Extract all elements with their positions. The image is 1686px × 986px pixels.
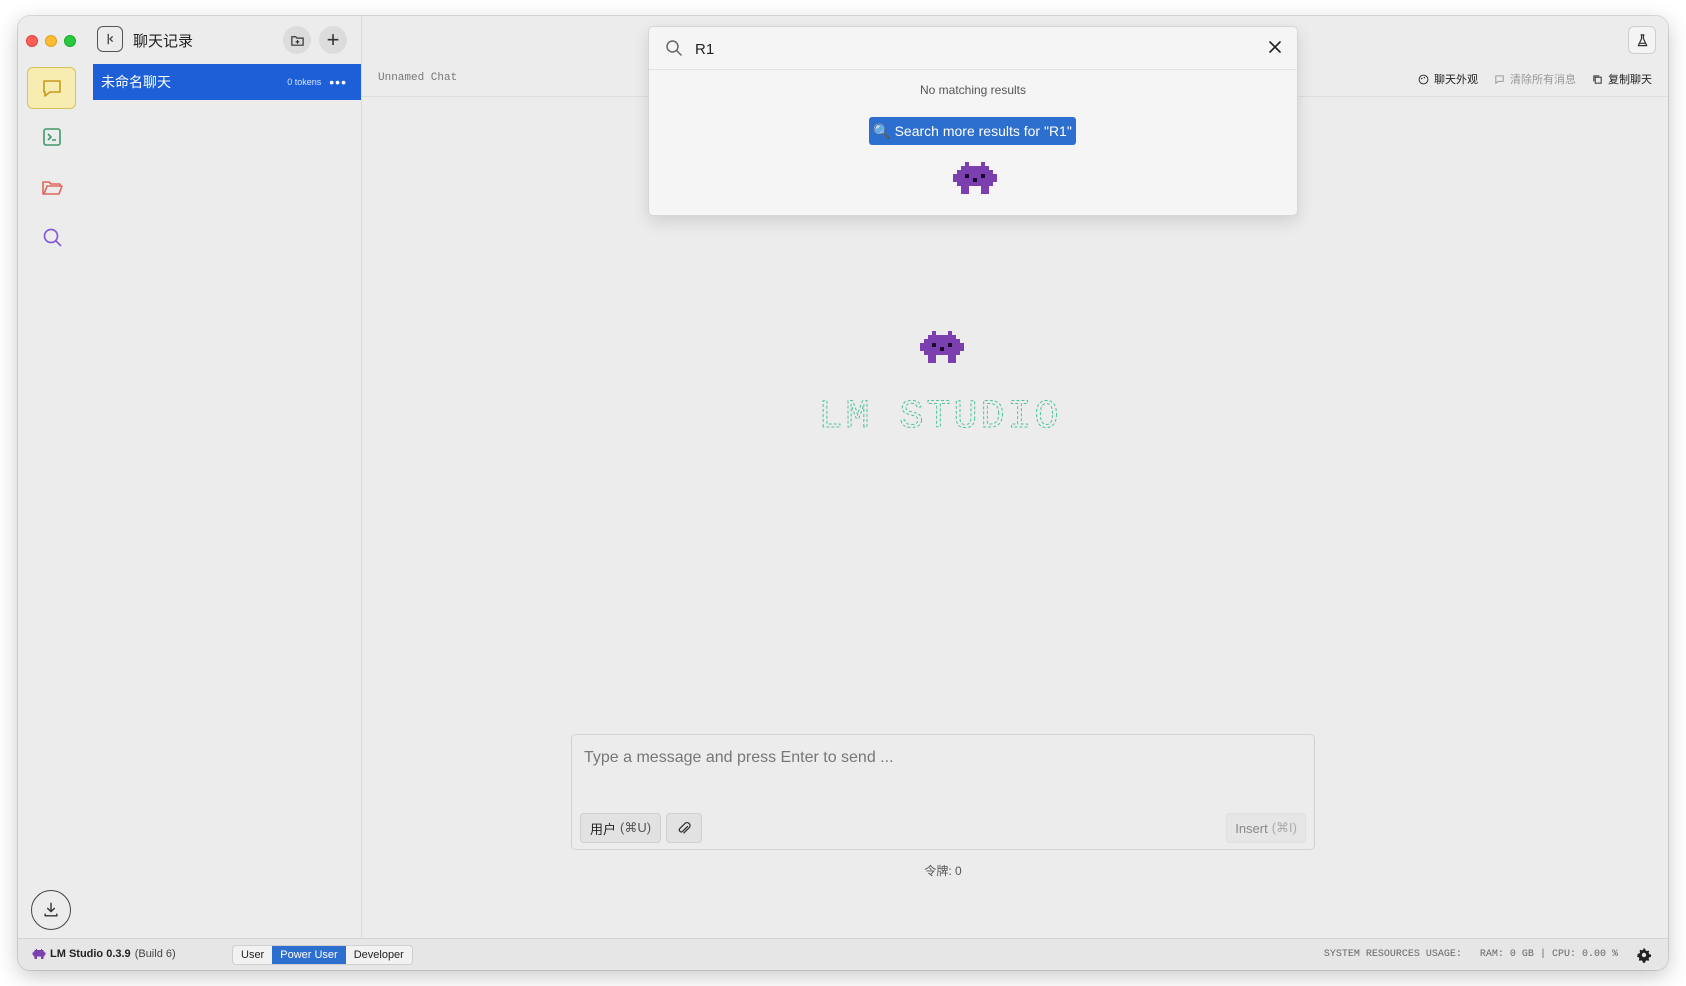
minimize-window-button[interactable] — [45, 35, 57, 47]
search-icon — [666, 40, 682, 56]
banner-text: LM STUDIO — [818, 395, 1061, 435]
role-shortcut: (⌘U) — [620, 820, 652, 835]
insert-button[interactable]: Insert (⌘I) — [1226, 813, 1306, 843]
search-icon — [43, 228, 61, 247]
chat-title[interactable]: Unnamed Chat — [378, 72, 457, 84]
space-invader-icon — [953, 162, 997, 194]
paperclip-icon — [678, 821, 691, 834]
lm-studio-banner: LM STUDIO — [785, 391, 1095, 441]
attach-file-button[interactable] — [666, 813, 702, 843]
popup-mascot-image — [953, 161, 997, 204]
insert-shortcut: (⌘I) — [1271, 820, 1297, 835]
role-label: 用户 — [590, 821, 617, 837]
close-search-button[interactable] — [1265, 37, 1285, 57]
rail-discover-button[interactable] — [27, 216, 76, 258]
mode-user[interactable]: User — [233, 946, 272, 964]
search-popup: No matching results 🔍 Search more result… — [648, 26, 1298, 216]
status-bar: LM Studio 0.3.9 (Build 6) User Power Use… — [18, 938, 1668, 970]
more-options-icon[interactable]: ••• — [329, 74, 347, 90]
chat-appearance-button[interactable]: 聊天外观 — [1418, 71, 1478, 87]
chat-sidebar: 聊天记录 + 未命名聊天 0 tokens ••• — [85, 16, 362, 938]
new-folder-button[interactable] — [283, 26, 311, 54]
gear-icon[interactable] — [1636, 947, 1652, 963]
rail-developer-button[interactable] — [27, 116, 76, 158]
sidebar-title: 聊天记录 — [133, 33, 194, 50]
space-invader-icon — [920, 331, 964, 363]
close-icon — [1269, 41, 1281, 53]
app-logo-icon — [32, 948, 46, 959]
plus-icon: + — [326, 27, 340, 52]
chat-actions: 聊天外观 清除所有消息 复制聊天 — [1418, 71, 1652, 87]
copy-chat-button[interactable]: 复制聊天 — [1592, 71, 1652, 87]
lm-studio-logo-banner: LM STUDIO — [818, 395, 1061, 441]
mode-rail — [18, 16, 86, 938]
usage-separator: | — [1539, 949, 1546, 960]
rail-chat-button[interactable] — [27, 67, 76, 109]
rail-models-button[interactable] — [27, 166, 76, 208]
toggle-sidebar-button[interactable] — [97, 26, 123, 52]
chat-item-name: 未命名聊天 — [101, 74, 171, 90]
no-results-text: No matching results — [919, 83, 1027, 97]
search-bar — [649, 27, 1297, 70]
experimental-button[interactable] — [1628, 26, 1656, 54]
app-name: LM Studio 0.3.9 — [50, 948, 131, 960]
ui-mode-switch: User Power User Developer — [232, 945, 413, 965]
app-version: LM Studio 0.3.9 (Build 6) — [32, 948, 176, 960]
terminal-icon — [42, 128, 61, 146]
new-chat-button[interactable]: + — [319, 26, 347, 54]
system-resources: SYSTEM RESOURCES USAGE: RAM: 0 GB | CPU:… — [1324, 949, 1618, 960]
magnifier-emoji-icon: 🔍 — [873, 122, 891, 139]
message-input[interactable] — [582, 747, 1296, 801]
app-build: (Build 6) — [134, 948, 176, 960]
sidebar-header: 聊天记录 + — [85, 16, 361, 60]
close-window-button[interactable] — [26, 35, 38, 47]
chat-list-item[interactable]: 未命名聊天 0 tokens ••• — [93, 64, 361, 100]
clear-messages-button[interactable]: 清除所有消息 — [1494, 71, 1576, 87]
window-controls — [26, 35, 76, 47]
message-composer: 用户 (⌘U) Insert (⌘I) — [571, 734, 1315, 850]
chat-bubble-icon — [42, 80, 61, 97]
usage-label: SYSTEM RESOURCES USAGE: — [1323, 949, 1462, 960]
message-clear-icon — [1495, 74, 1504, 84]
token-count: 令牌: 0 — [924, 864, 962, 878]
clear-messages-label: 清除所有消息 — [1510, 74, 1576, 86]
flask-icon — [1637, 33, 1647, 46]
insert-label: Insert — [1235, 820, 1268, 836]
folder-open-icon — [41, 181, 63, 195]
chat-item-tokens: 0 tokens — [287, 77, 322, 87]
mascot-image — [920, 330, 964, 373]
search-more-label: Search more results for "R1" — [894, 123, 1072, 139]
sidebar-toggle-icon — [107, 33, 114, 45]
mode-developer[interactable]: Developer — [346, 946, 412, 964]
search-more-button[interactable]: 🔍 Search more results for "R1" — [869, 117, 1076, 145]
search-input[interactable] — [693, 36, 1237, 62]
zoom-window-button[interactable] — [64, 35, 76, 47]
folder-plus-icon — [290, 35, 304, 46]
role-toggle-button[interactable]: 用户 (⌘U) — [580, 813, 662, 843]
cpu-usage: CPU: 0.00 % — [1551, 949, 1618, 960]
copy-chat-label: 复制聊天 — [1608, 74, 1652, 86]
chat-appearance-label: 聊天外观 — [1434, 74, 1478, 86]
ram-usage: RAM: 0 GB — [1479, 949, 1534, 960]
download-icon — [44, 902, 58, 917]
palette-icon — [1418, 74, 1429, 84]
downloads-button[interactable] — [31, 890, 71, 930]
mode-power-user[interactable]: Power User — [272, 946, 346, 964]
copy-icon — [1593, 74, 1602, 84]
